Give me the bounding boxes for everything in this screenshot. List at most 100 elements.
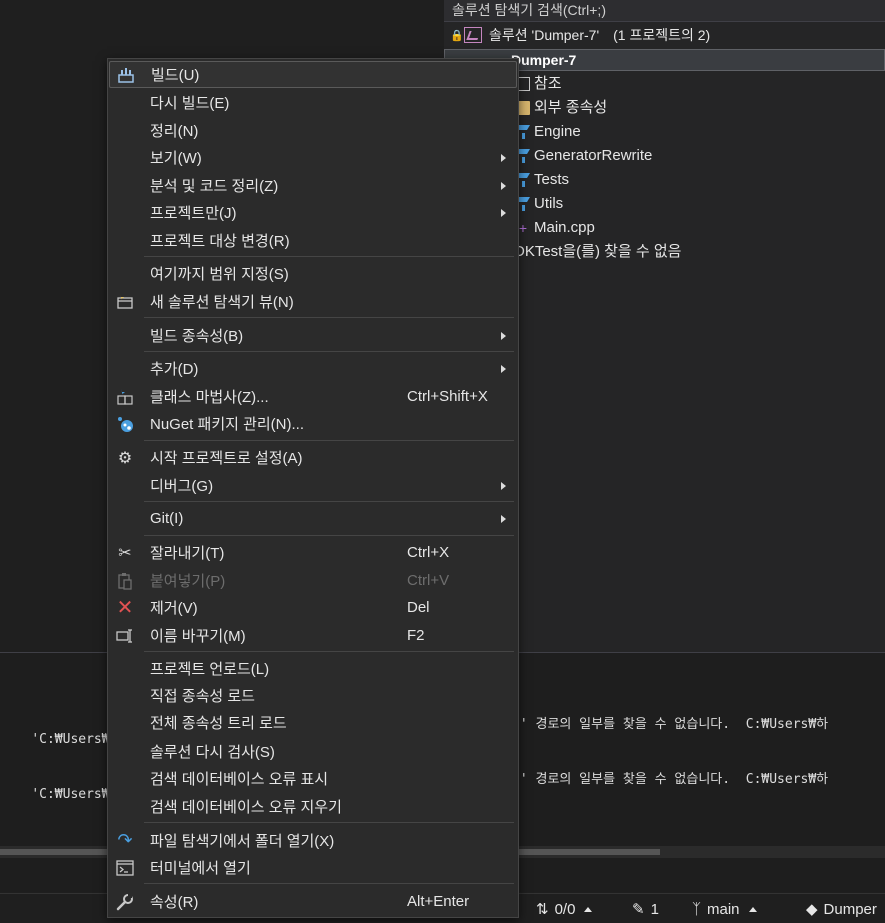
rename-icon: [114, 625, 136, 647]
menu-item-view[interactable]: 보기(W): [109, 144, 517, 171]
menu-item-label: 전체 종속성 트리 로드: [150, 715, 287, 732]
menu-item-label: 솔루션 다시 검사(S): [150, 744, 275, 761]
menu-item-label: 잘라내기(T): [150, 545, 225, 562]
sync-arrows-icon: ⇅: [536, 901, 549, 918]
menu-item-label: 프로젝트 언로드(L): [150, 661, 270, 678]
tree-item-engine[interactable]: Engine: [516, 120, 581, 144]
menu-separator: [144, 317, 514, 318]
submenu-arrow-icon: [501, 208, 506, 217]
caret-up-icon: [584, 906, 593, 912]
menu-item-label: 터미널에서 열기: [150, 860, 251, 877]
menu-item-load-direct-deps[interactable]: 직접 종속성 로드: [109, 682, 517, 709]
output-line-right: j' 경로의 일부를 찾을 수 없습니다. C:₩Users₩하: [512, 717, 829, 732]
menu-item-nuget[interactable]: NuGet 패키지 관리(N)...: [109, 410, 517, 437]
submenu-arrow-icon: [501, 181, 506, 190]
sync-count: 0/0: [554, 900, 576, 918]
tree-item-references[interactable]: 참조: [516, 72, 562, 96]
menu-item-new-view[interactable]: 새 솔루션 탐색기 뷰(N): [109, 288, 517, 315]
menu-item-add[interactable]: 추가(D): [109, 355, 517, 382]
context-menu: 빌드(U) 다시 빌드(E) 정리(N) 보기(W) 분석 및 코드 정리(Z)…: [107, 58, 519, 918]
wrench-icon: [114, 891, 136, 913]
submenu-arrow-icon: [501, 331, 506, 340]
branch-selector[interactable]: ᛉ main: [692, 894, 757, 923]
tree-item-label: Utils: [534, 195, 564, 212]
menu-item-set-startup[interactable]: ⚙ 시작 프로젝트로 설정(A): [109, 444, 517, 471]
paste-icon: [114, 570, 136, 592]
menu-item-build[interactable]: 빌드(U): [109, 61, 517, 88]
menu-item-scope-to-this[interactable]: 여기까지 범위 지정(S): [109, 260, 517, 287]
menu-item-debug[interactable]: 디버그(G): [109, 472, 517, 499]
menu-item-cut[interactable]: ✂ 잘라내기(T) Ctrl+X: [109, 539, 517, 566]
menu-item-project-only[interactable]: 프로젝트만(J): [109, 199, 517, 226]
menu-item-label: 추가(D): [150, 361, 199, 378]
tree-item-missing-project[interactable]: DKTest을(를) 찾을 수 없음: [514, 240, 681, 264]
submenu-arrow-icon: [501, 514, 506, 523]
menu-item-label: 빌드 종속성(B): [150, 328, 244, 345]
menu-item-remove[interactable]: ✕ 제거(V) Del: [109, 594, 517, 621]
menu-item-shortcut: F2: [407, 627, 425, 644]
scissors-icon: ✂: [118, 544, 132, 562]
menu-item-unload-project[interactable]: 프로젝트 언로드(L): [109, 655, 517, 682]
remove-icon: ✕: [116, 597, 134, 619]
menu-item-label: 정리(N): [150, 123, 199, 140]
menu-item-class-wizard[interactable]: 클래스 마법사(Z)... Ctrl+Shift+X: [109, 383, 517, 410]
menu-item-label: 새 솔루션 탐색기 뷰(N): [150, 294, 294, 311]
solution-count: (1 프로젝트의 2): [613, 27, 711, 43]
menu-item-load-dep-tree[interactable]: 전체 종속성 트리 로드: [109, 709, 517, 736]
solution-explorer-search[interactable]: 솔루션 탐색기 검색(Ctrl+;): [444, 0, 885, 22]
branch-name: main: [707, 900, 740, 918]
menu-item-clean[interactable]: 정리(N): [109, 117, 517, 144]
tree-item-label: 참조: [534, 75, 562, 92]
tree-item-label: GeneratorRewrite: [534, 147, 653, 164]
menu-separator: [144, 256, 514, 257]
menu-item-show-db-errors[interactable]: 검색 데이터베이스 오류 표시: [109, 765, 517, 792]
menu-item-label: 시작 프로젝트로 설정(A): [150, 450, 303, 467]
menu-item-open-in-explorer[interactable]: ↷ 파일 탐색기에서 폴더 열기(X): [109, 827, 517, 854]
repo-selector[interactable]: ◆ Dumper: [806, 894, 877, 923]
tree-item-generatorrewrite[interactable]: GeneratorRewrite: [516, 144, 652, 168]
terminal-icon: [114, 857, 136, 879]
repo-name: Dumper: [823, 900, 877, 918]
tree-item-utils[interactable]: Utils: [516, 192, 563, 216]
build-icon: [115, 64, 137, 86]
output-line-right: j' 경로의 일부를 찾을 수 없습니다. C:₩Users₩하: [512, 772, 829, 787]
menu-separator: [144, 440, 514, 441]
submenu-arrow-icon: [501, 153, 506, 162]
menu-item-shortcut: Alt+Enter: [407, 893, 470, 910]
menu-item-shortcut: Ctrl+V: [407, 572, 450, 589]
tree-item-main-cpp[interactable]: + Main.cpp: [516, 216, 595, 240]
menu-item-rename[interactable]: 이름 바꾸기(M) F2: [109, 622, 517, 649]
menu-separator: [144, 651, 514, 652]
menu-item-shortcut: Del: [407, 599, 430, 616]
menu-item-label: 보기(W): [150, 150, 202, 167]
menu-item-label: 제거(V): [150, 600, 198, 617]
menu-separator: [144, 535, 514, 536]
menu-item-label: NuGet 패키지 관리(N)...: [150, 416, 305, 433]
menu-item-label: 프로젝트 대상 변경(R): [150, 233, 290, 250]
tree-item-tests[interactable]: Tests: [516, 168, 569, 192]
menu-item-analyze[interactable]: 분석 및 코드 정리(Z): [109, 172, 517, 199]
menu-item-label: 클래스 마법사(Z)...: [150, 389, 269, 406]
menu-item-shortcut: Ctrl+Shift+X: [407, 388, 488, 405]
menu-item-label: 직접 종속성 로드: [150, 688, 255, 705]
tree-item-external-deps[interactable]: 외부 종속성: [516, 96, 607, 120]
menu-item-label: 분석 및 코드 정리(Z): [150, 178, 279, 195]
menu-item-open-in-terminal[interactable]: 터미널에서 열기: [109, 854, 517, 881]
nuget-icon: [114, 413, 136, 435]
pending-edits[interactable]: ✎ 1: [632, 894, 659, 923]
sync-status[interactable]: ⇅ 0/0: [536, 894, 593, 923]
menu-item-label: 빌드(U): [151, 67, 200, 84]
solution-label: 솔루션 'Dumper-7': [489, 27, 600, 43]
menu-item-clear-db-errors[interactable]: 검색 데이터베이스 오류 지우기: [109, 793, 517, 820]
menu-item-retarget[interactable]: 프로젝트 대상 변경(R): [109, 227, 517, 254]
solution-node[interactable]: 🔒 솔루션 'Dumper-7' (1 프로젝트의 2): [444, 22, 885, 48]
pencil-icon: ✎: [632, 901, 645, 918]
menu-item-rebuild[interactable]: 다시 빌드(E): [109, 89, 517, 116]
menu-item-properties[interactable]: 속성(R) Alt+Enter: [109, 888, 517, 915]
menu-item-git[interactable]: Git(I): [109, 505, 517, 532]
tree-item-label: 외부 종속성: [534, 99, 608, 116]
submenu-arrow-icon: [501, 481, 506, 490]
menu-item-build-dependencies[interactable]: 빌드 종속성(B): [109, 322, 517, 349]
menu-item-rescan-solution[interactable]: 솔루션 다시 검사(S): [109, 738, 517, 765]
menu-item-label: 붙여넣기(P): [150, 573, 226, 590]
